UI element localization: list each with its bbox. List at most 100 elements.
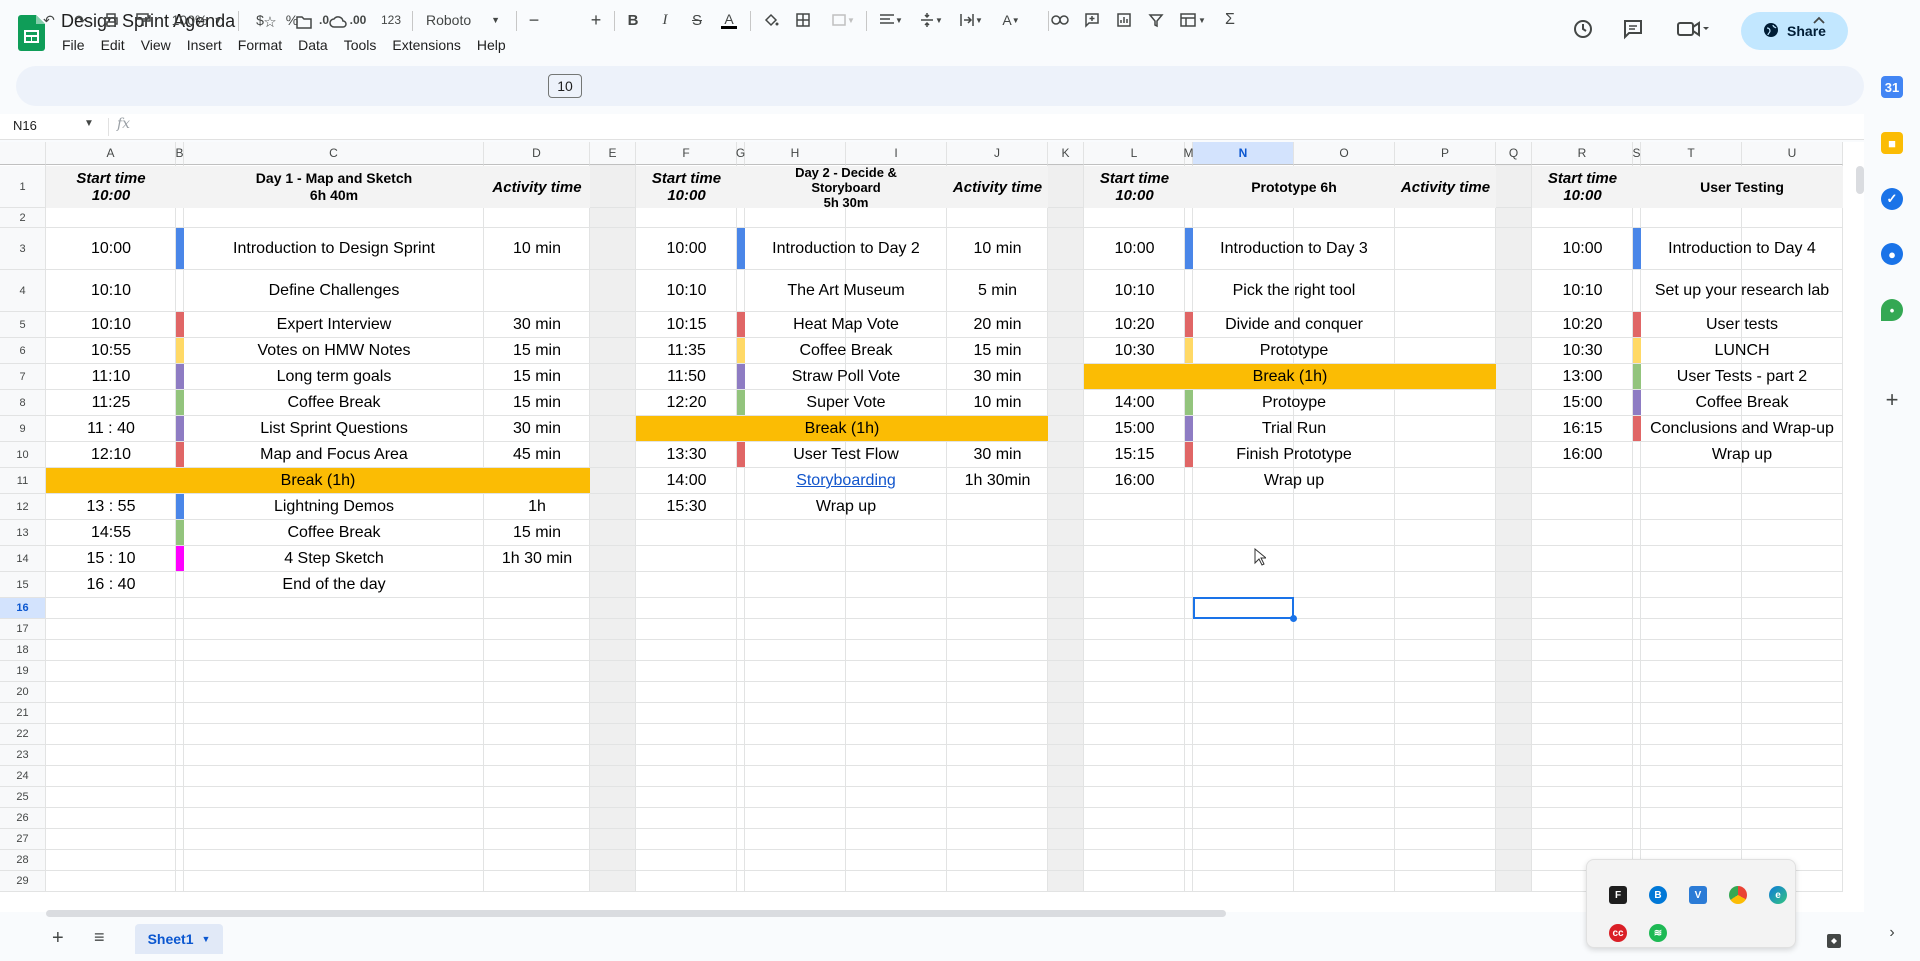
column-header[interactable]: N [1193, 142, 1294, 165]
keep-icon[interactable]: ■ [1881, 132, 1903, 154]
storyboarding-link[interactable]: Storyboarding [745, 468, 947, 494]
chevron-down-icon[interactable]: ▼ [202, 934, 211, 944]
vpn-icon[interactable]: V [1689, 886, 1707, 904]
decrease-font-size-button[interactable]: − [524, 0, 544, 40]
filter-icon[interactable] [1144, 0, 1168, 40]
add-sheet-button[interactable]: + [52, 927, 64, 950]
name-box[interactable]: N16 [13, 118, 37, 133]
increase-font-size-button[interactable]: + [586, 0, 606, 40]
column-header[interactable]: E [590, 142, 636, 165]
column-header[interactable]: J [947, 142, 1048, 165]
row-header[interactable]: 21 [0, 703, 46, 724]
spotify-icon[interactable]: ≋ [1649, 924, 1667, 942]
fill-color-icon[interactable] [760, 0, 782, 40]
contacts-icon[interactable]: ● [1881, 243, 1903, 265]
maps-icon[interactable]: • [1881, 299, 1903, 321]
add-icon[interactable]: + [1881, 387, 1903, 412]
filter-views-icon[interactable]: ▼ [1174, 0, 1212, 40]
row-header[interactable]: 10 [0, 442, 46, 468]
row-header[interactable]: 14 [0, 546, 46, 572]
all-sheets-icon[interactable]: ≡ [94, 927, 105, 948]
row-header[interactable]: 5 [0, 312, 46, 338]
row-header[interactable]: 15 [0, 572, 46, 598]
column-header[interactable]: Q [1496, 142, 1532, 165]
functions-icon[interactable]: Σ [1218, 0, 1242, 40]
row-header[interactable]: 4 [0, 270, 46, 312]
figma-icon[interactable]: F [1609, 886, 1627, 904]
insert-comment-icon[interactable] [1080, 0, 1104, 40]
column-header[interactable]: L [1084, 142, 1185, 165]
vertical-scroll-thumb[interactable] [1856, 166, 1864, 194]
column-header[interactable]: O [1294, 142, 1395, 165]
explore-icon[interactable] [1826, 933, 1842, 952]
row-header[interactable]: 13 [0, 520, 46, 546]
row-header[interactable]: 26 [0, 808, 46, 829]
chevron-down-icon[interactable]: ▼ [84, 118, 94, 129]
cc-icon[interactable]: cc [1609, 924, 1627, 942]
selected-cell[interactable] [1193, 597, 1294, 619]
row-header[interactable]: 9 [0, 416, 46, 442]
fill-handle[interactable] [1290, 615, 1297, 622]
row-header[interactable]: 2 [0, 208, 46, 228]
font-size-input[interactable]: 10 [548, 74, 582, 98]
column-header[interactable]: F [636, 142, 737, 165]
zoom-select[interactable]: 100% ▼ [166, 0, 228, 40]
spreadsheet-grid[interactable]: A B C D E F G H I J K L M N O P Q R S T U 1 2 3 4 5 6 7 8 9 10 11 12 13 14… [0, 142, 1864, 912]
strikethrough-icon[interactable]: S [686, 0, 708, 40]
column-header[interactable]: H [745, 142, 846, 165]
row-header[interactable]: 1 [0, 166, 46, 208]
redo-icon[interactable]: ↷ [69, 0, 91, 40]
increase-decimal-button[interactable]: .00 [344, 0, 372, 40]
vertical-align-icon[interactable]: ▼ [914, 0, 948, 40]
row-header[interactable]: 20 [0, 682, 46, 703]
chrome-icon[interactable] [1729, 886, 1747, 904]
row-header[interactable]: 19 [0, 661, 46, 682]
vertical-scrollbar[interactable] [1856, 142, 1864, 912]
column-header[interactable]: G [736, 142, 745, 165]
tasks-icon[interactable]: ✓ [1881, 188, 1903, 210]
edge-icon[interactable]: e [1769, 886, 1787, 904]
row-header[interactable]: 17 [0, 619, 46, 640]
column-header[interactable]: I [846, 142, 947, 165]
column-header[interactable]: T [1641, 142, 1742, 165]
horizontal-align-icon[interactable]: ▼ [874, 0, 908, 40]
row-header[interactable]: 25 [0, 787, 46, 808]
row-header[interactable]: 3 [0, 228, 46, 270]
column-header[interactable]: B [176, 142, 184, 165]
row-header[interactable]: 22 [0, 724, 46, 745]
column-header[interactable]: A [46, 142, 176, 165]
column-header[interactable]: P [1395, 142, 1496, 165]
more-formats-button[interactable]: 123 [378, 0, 404, 40]
currency-format-button[interactable]: $ [250, 0, 270, 40]
bold-icon[interactable]: B [622, 0, 644, 40]
merge-cells-icon[interactable]: ▼ [826, 0, 860, 40]
insert-link-icon[interactable] [1048, 0, 1072, 40]
row-header[interactable]: 7 [0, 364, 46, 390]
row-header[interactable]: 28 [0, 850, 46, 871]
row-header[interactable]: 16 [0, 598, 46, 619]
row-header[interactable]: 12 [0, 494, 46, 520]
text-wrapping-icon[interactable]: ▼ [954, 0, 988, 40]
borders-icon[interactable] [792, 0, 814, 40]
row-header[interactable]: 24 [0, 766, 46, 787]
column-header[interactable]: U [1742, 142, 1843, 165]
percent-format-button[interactable]: % [282, 0, 302, 40]
column-header[interactable]: R [1532, 142, 1633, 165]
column-header[interactable]: S [1633, 142, 1641, 165]
select-all-corner[interactable] [0, 142, 46, 165]
column-header[interactable]: M [1184, 142, 1194, 165]
horizontal-scrollbar[interactable] [46, 910, 1226, 917]
meet-icon[interactable] [1676, 18, 1710, 45]
row-header[interactable]: 29 [0, 871, 46, 892]
version-history-icon[interactable] [1572, 18, 1594, 45]
row-header[interactable]: 18 [0, 640, 46, 661]
text-color-icon[interactable]: A [718, 0, 740, 40]
comments-icon[interactable] [1622, 18, 1644, 45]
share-button[interactable]: Share [1741, 12, 1848, 50]
italic-icon[interactable]: I [654, 0, 676, 40]
print-icon[interactable] [100, 0, 122, 40]
row-header[interactable]: 23 [0, 745, 46, 766]
bluetooth-icon[interactable]: B [1649, 886, 1667, 904]
column-header[interactable]: K [1048, 142, 1084, 165]
insert-chart-icon[interactable] [1112, 0, 1136, 40]
